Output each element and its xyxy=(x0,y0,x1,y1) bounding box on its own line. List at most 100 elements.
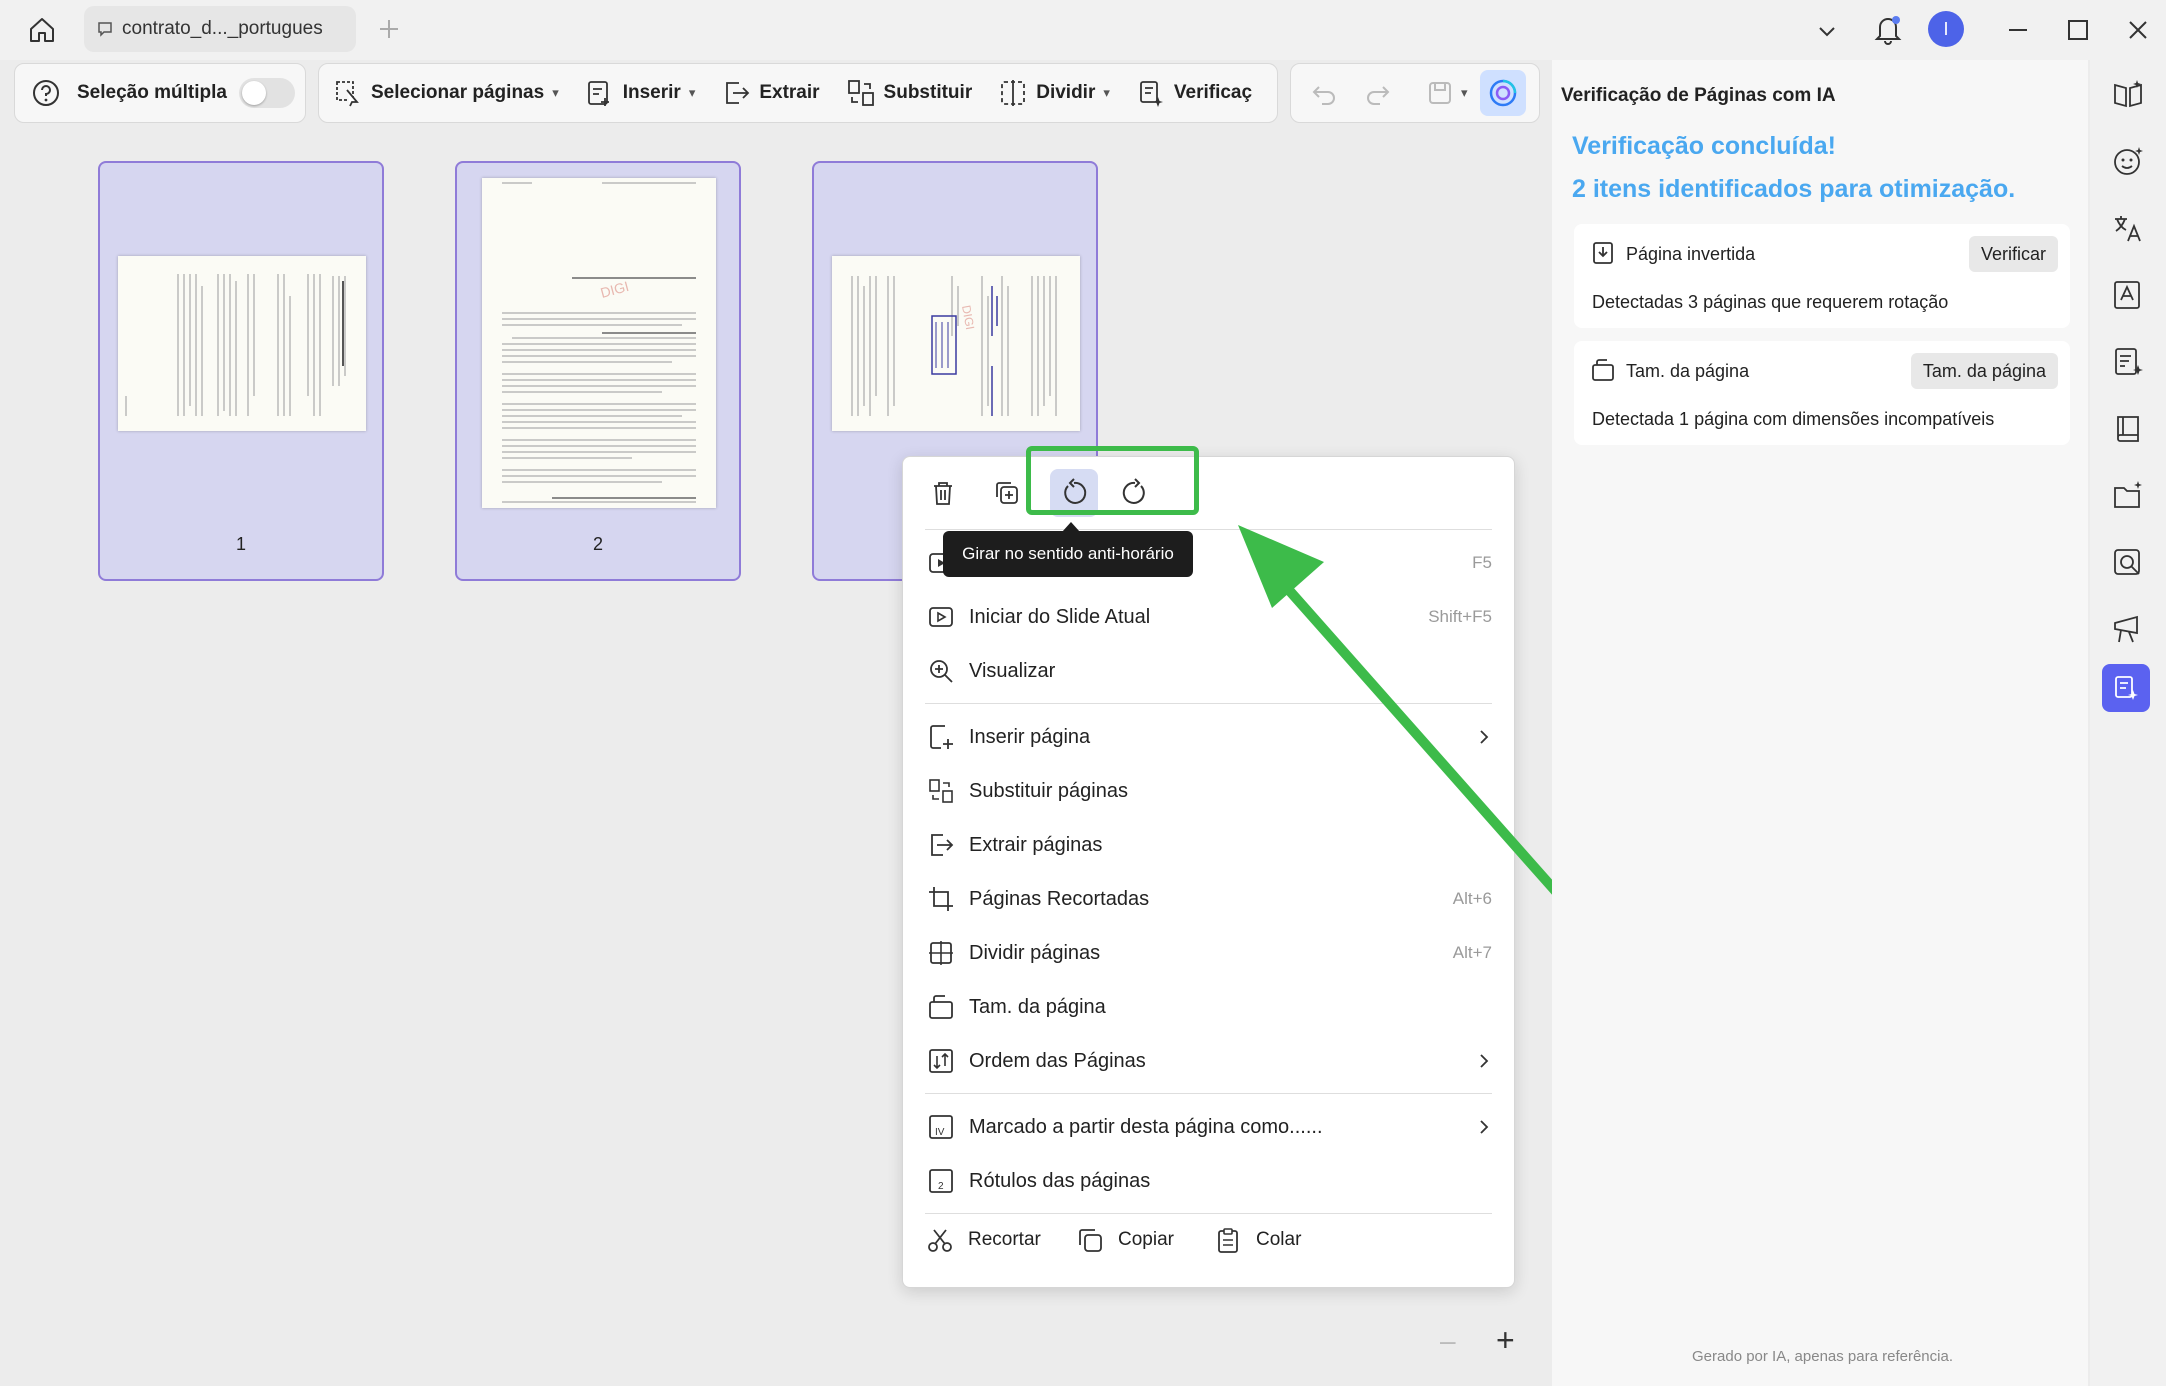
help-icon[interactable] xyxy=(31,78,61,108)
menu-item-label: Substituir páginas xyxy=(969,779,1128,802)
status-title: Verificação concluída! xyxy=(1572,132,1836,160)
menu-item-mark-from-page[interactable]: IV Marcado a partir desta página como...… xyxy=(925,1105,1492,1149)
insert-label: Inserir xyxy=(622,82,681,103)
card-title: Tam. da página xyxy=(1626,361,1750,381)
replace-label: Substituir xyxy=(883,82,973,103)
card-title: Página invertida xyxy=(1626,244,1756,264)
extract-button[interactable]: Extrair xyxy=(721,78,820,108)
card-text: Detectadas 3 páginas que requerem rotaçã… xyxy=(1592,292,1949,312)
cut-label: Recortar xyxy=(968,1229,1041,1250)
page-size-card-button[interactable]: Tam. da página xyxy=(1910,353,2058,389)
duplicate-icon[interactable] xyxy=(987,473,1027,513)
ocr-icon[interactable] xyxy=(2107,274,2149,316)
menu-item-label: Visualizar xyxy=(969,659,1056,682)
right-rail xyxy=(2090,60,2166,1386)
page-number: 1 xyxy=(235,534,246,554)
avatar[interactable]: I xyxy=(1928,11,1964,47)
ai-page-check-active-icon[interactable] xyxy=(2102,664,2150,712)
presentation-icon[interactable] xyxy=(2107,609,2149,651)
zoom-in-button[interactable]: + xyxy=(1496,1322,1515,1359)
panel-title: Verificação de Páginas com IA xyxy=(1561,85,1836,106)
chevron-down-icon[interactable] xyxy=(1814,18,1840,44)
play-icon xyxy=(925,601,957,633)
verify-button[interactable]: Verificaç xyxy=(1136,78,1252,108)
menu-item-label: Rótulos das páginas xyxy=(969,1169,1151,1192)
avatar-letter: I xyxy=(1943,18,1949,39)
bell-icon[interactable] xyxy=(1872,12,1904,46)
menu-item-label: Iniciar do Slide Atual xyxy=(969,605,1151,628)
insert-button[interactable]: Inserir ▾ xyxy=(585,78,695,108)
copy-label: Copiar xyxy=(1118,1229,1174,1250)
multi-select-label: Seleção múltipla xyxy=(77,82,227,103)
zoom-out-button[interactable]: – xyxy=(1440,1325,1456,1357)
maximize-icon[interactable] xyxy=(2063,15,2093,45)
ai-assistant-button[interactable] xyxy=(1479,70,1526,116)
translate-icon[interactable] xyxy=(2107,207,2149,249)
menu-item-label: Dividir páginas xyxy=(969,941,1101,964)
svg-text:DIGI: DIGI xyxy=(959,304,977,331)
replace-icon xyxy=(925,775,957,807)
menu-item-label: Marcado a partir desta página como...... xyxy=(969,1115,1323,1138)
book-open-icon[interactable] xyxy=(2107,73,2149,115)
chevron-right-icon xyxy=(1476,1117,1492,1137)
minimize-icon[interactable] xyxy=(2003,15,2033,45)
redo-icon[interactable] xyxy=(1363,78,1393,108)
split-label: Dividir xyxy=(1036,82,1096,103)
clipboard-icon xyxy=(1218,1228,1238,1253)
save-icon[interactable] xyxy=(1425,78,1455,108)
undo-icon[interactable] xyxy=(1309,78,1339,108)
save-dropdown-icon[interactable]: ▾ xyxy=(1461,85,1468,101)
page-thumbnail[interactable]: 1 xyxy=(98,161,384,581)
menu-item-page-labels[interactable]: 2 Rótulos das páginas xyxy=(925,1159,1492,1203)
search-document-icon[interactable] xyxy=(2107,542,2149,584)
extract-label: Extrair xyxy=(759,82,820,103)
document-tab[interactable]: contrato_d..._portugues xyxy=(84,6,356,52)
rotate-tooltip: Girar no sentido anti-horário xyxy=(943,531,1193,577)
extract-icon xyxy=(925,829,957,861)
roman-numeral-icon: IV xyxy=(925,1111,957,1143)
page-label-icon: 2 xyxy=(925,1165,957,1197)
insert-page-icon xyxy=(925,721,957,753)
new-tab-icon[interactable] xyxy=(376,16,402,42)
copy-icon xyxy=(1079,1229,1102,1252)
paste-button[interactable]: Colar xyxy=(1214,1226,1301,1254)
select-pages-button[interactable]: Selecionar páginas ▾ xyxy=(333,78,559,108)
select-pages-label: Selecionar páginas xyxy=(371,82,545,103)
copy-button[interactable]: Copiar xyxy=(1076,1226,1174,1254)
tooltip-arrow xyxy=(1062,522,1080,532)
home-icon[interactable] xyxy=(26,14,58,46)
svg-text:IV: IV xyxy=(935,1127,945,1138)
multi-select-toggle[interactable] xyxy=(238,78,295,108)
menu-item-label: Ordem das Páginas xyxy=(969,1049,1146,1072)
page-size-icon xyxy=(1590,357,1616,383)
close-icon[interactable] xyxy=(2123,15,2153,45)
page-preview: DIGI xyxy=(482,178,716,508)
svg-text:DIGI: DIGI xyxy=(599,278,631,301)
delete-icon[interactable] xyxy=(923,473,963,513)
cut-button[interactable]: Recortar xyxy=(926,1226,1041,1254)
ai-face-icon[interactable] xyxy=(2107,140,2149,182)
page-preview xyxy=(118,256,366,431)
download-page-icon xyxy=(1590,240,1616,266)
scissors-icon xyxy=(928,1229,952,1252)
comment-icon xyxy=(96,20,114,38)
split-button[interactable]: Dividir ▾ xyxy=(998,78,1110,108)
tooltip-text: Girar no sentido anti-horário xyxy=(962,544,1174,563)
paste-label: Colar xyxy=(1256,1229,1302,1250)
tab-title: contrato_d..._portugues xyxy=(122,18,323,39)
replace-button[interactable]: Substituir xyxy=(846,78,973,108)
menu-item-label: Inserir página xyxy=(969,725,1091,748)
issue-card-inverted: Página invertida Verificar Detectadas 3 … xyxy=(1574,224,2070,328)
ai-folder-icon[interactable] xyxy=(2107,475,2149,517)
page-thumbnail[interactable]: DIGI 2 xyxy=(455,161,741,581)
page-size-icon xyxy=(925,991,957,1023)
menu-separator xyxy=(925,1213,1492,1214)
ai-document-icon[interactable] xyxy=(2107,341,2149,383)
menu-item-label: Tam. da página xyxy=(969,995,1106,1018)
verify-card-button[interactable]: Verificar xyxy=(1968,236,2058,272)
menu-item-label: Páginas Recortadas xyxy=(969,887,1150,910)
book-icon[interactable] xyxy=(2107,408,2149,450)
verify-label: Verificaç xyxy=(1173,82,1253,103)
page-order-icon xyxy=(925,1045,957,1077)
zoom-in-icon xyxy=(925,655,957,687)
